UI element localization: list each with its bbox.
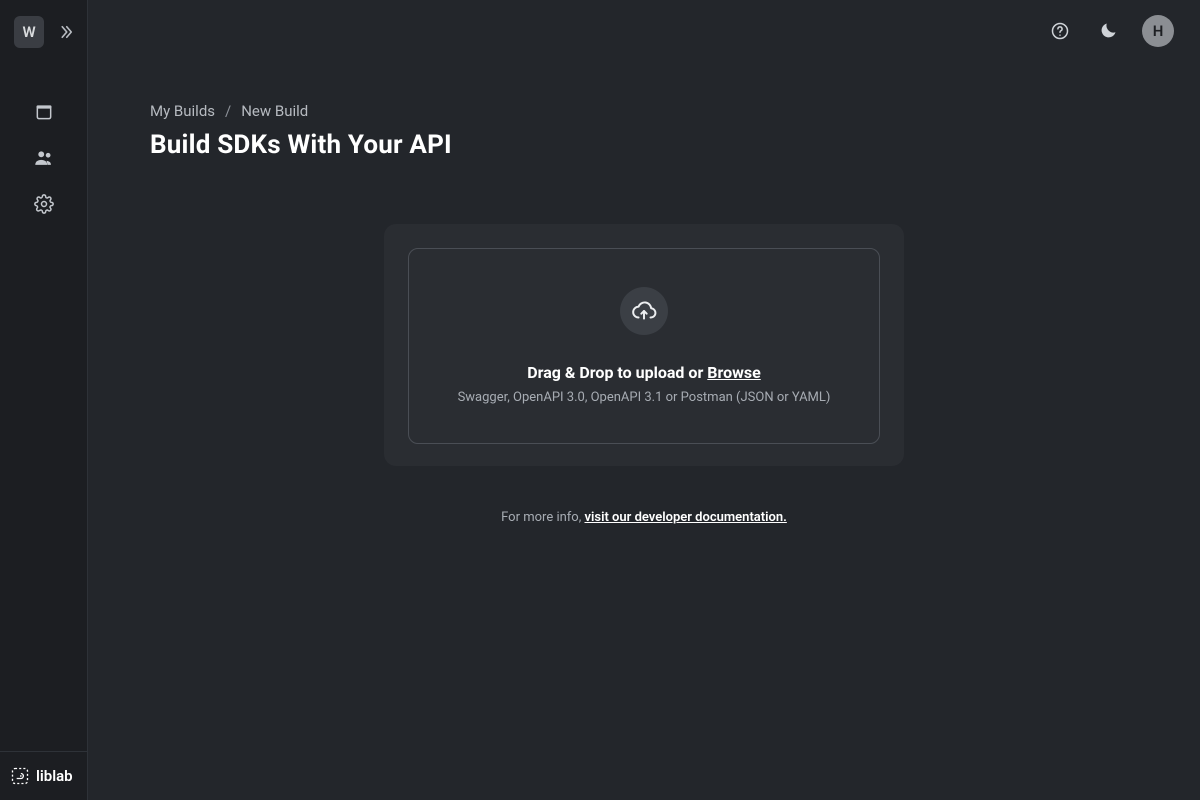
upload-card: Drag & Drop to upload or Browse Swagger,… — [384, 224, 904, 466]
sidebar-header: W — [0, 12, 87, 62]
gear-icon — [34, 194, 54, 214]
box-icon — [34, 102, 54, 122]
users-icon — [33, 147, 55, 169]
breadcrumb-my-builds[interactable]: My Builds — [150, 102, 215, 120]
sidebar-expand-button[interactable] — [54, 20, 77, 44]
nav-members[interactable] — [22, 136, 66, 180]
brand: liblab — [0, 751, 87, 800]
browse-link[interactable]: Browse — [707, 363, 760, 382]
content: My Builds / New Build Build SDKs With Yo… — [88, 62, 1200, 525]
dropzone-subtitle: Swagger, OpenAPI 3.0, OpenAPI 3.1 or Pos… — [458, 390, 831, 405]
avatar-initial: H — [1153, 22, 1164, 40]
brand-name: liblab — [36, 767, 73, 785]
nav-builds[interactable] — [22, 90, 66, 134]
app-root: W — [0, 0, 1200, 800]
moon-icon — [1098, 21, 1118, 41]
main: H My Builds / New Build Build SDKs With … — [88, 0, 1200, 800]
dropzone[interactable]: Drag & Drop to upload or Browse Swagger,… — [408, 248, 880, 444]
chevron-double-right-icon — [57, 23, 75, 41]
breadcrumb: My Builds / New Build — [150, 102, 1138, 120]
dropzone-title: Drag & Drop to upload or Browse — [527, 363, 761, 382]
user-avatar[interactable]: H — [1142, 15, 1174, 47]
workspace-switcher[interactable]: W — [14, 16, 44, 48]
sidebar-nav — [0, 62, 87, 226]
workspace-initial: W — [23, 23, 36, 41]
nav-settings[interactable] — [22, 182, 66, 226]
brand-logo-icon — [10, 766, 30, 786]
topbar: H — [88, 0, 1200, 62]
theme-toggle[interactable] — [1094, 17, 1122, 45]
help-button[interactable] — [1046, 17, 1074, 45]
cloud-upload-icon — [631, 298, 657, 324]
upload-icon-wrap — [620, 287, 668, 335]
help-icon — [1050, 21, 1070, 41]
info-line: For more info, visit our developer docum… — [384, 510, 904, 525]
info-prefix: For more info, — [501, 510, 584, 525]
breadcrumb-new-build[interactable]: New Build — [241, 102, 308, 120]
breadcrumb-separator: / — [225, 102, 231, 120]
page-title: Build SDKs With Your API — [150, 130, 1138, 160]
dropzone-title-text: Drag & Drop to upload or — [527, 363, 707, 382]
docs-link[interactable]: visit our developer documentation. — [585, 510, 787, 525]
sidebar: W — [0, 0, 88, 800]
